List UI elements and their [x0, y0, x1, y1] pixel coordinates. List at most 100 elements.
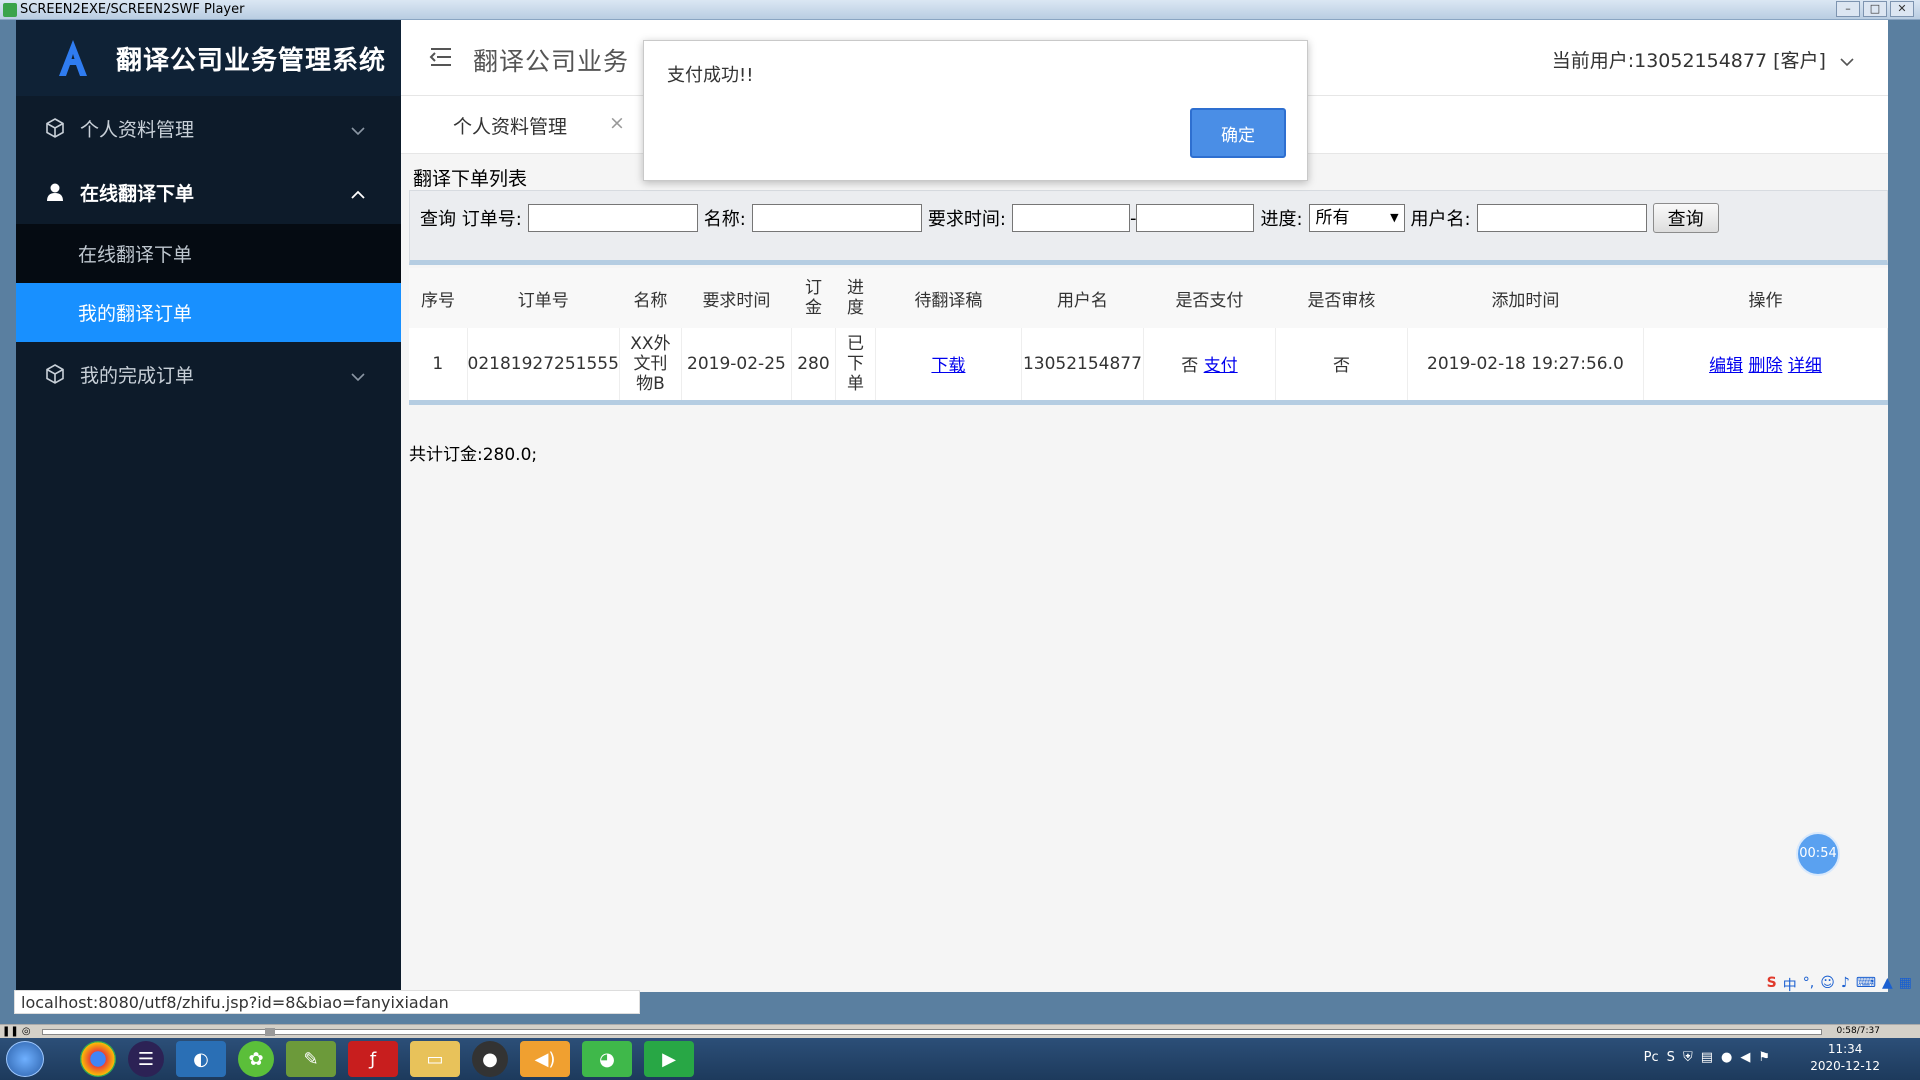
- keyboard-icon[interactable]: ⌨: [1856, 975, 1876, 995]
- cell-added: 2019-02-18 19:27:56.0: [1407, 328, 1644, 402]
- taskbar-apps: ☰ ◐ ✿ ✎ ƒ ▭ ● ◀) ◕ ▶: [80, 1041, 694, 1077]
- orders-table: 序号 订单号 名称 要求时间 订金 进度 待翻译稿 用户名 是否支付 是否审核 …: [409, 268, 1888, 405]
- minimize-icon[interactable]: –: [1836, 1, 1860, 17]
- col-added: 添加时间: [1407, 268, 1644, 328]
- delete-link[interactable]: 删除: [1748, 356, 1782, 376]
- name-input[interactable]: [751, 204, 922, 232]
- shield-icon[interactable]: ⛨: [1683, 1050, 1693, 1065]
- col-seq: 序号: [409, 268, 467, 328]
- table-header-row: 序号 订单号 名称 要求时间 订金 进度 待翻译稿 用户名 是否支付 是否审核 …: [409, 268, 1888, 328]
- volume-icon[interactable]: ◀: [1740, 1050, 1750, 1065]
- status-url: localhost:8080/utf8/zhifu.jsp?id=8&biao=…: [14, 990, 640, 1014]
- progress-select[interactable]: 所有 ▼: [1308, 204, 1405, 232]
- close-icon[interactable]: ✕: [1890, 1, 1914, 17]
- seek-thumb[interactable]: [265, 1028, 275, 1036]
- list-title: 翻译下单列表: [413, 168, 528, 190]
- sidebar-item-label: 个人资料管理: [80, 118, 195, 141]
- pause-icon[interactable]: ❚❚ ◎: [2, 1026, 31, 1037]
- sidebar-item-completed-orders[interactable]: 我的完成订单: [16, 342, 401, 406]
- cell-progress: 已下单: [835, 328, 876, 402]
- browser-icon[interactable]: ◐: [176, 1041, 226, 1077]
- timer-bubble[interactable]: 00:54: [1796, 832, 1840, 876]
- player-title: SCREEN2EXE/SCREEN2SWF Player: [20, 2, 245, 17]
- col-username: 用户名: [1021, 268, 1144, 328]
- seek-bar[interactable]: [42, 1028, 1822, 1036]
- qq-icon[interactable]: ●: [472, 1041, 508, 1077]
- flash-icon[interactable]: ƒ: [348, 1041, 398, 1077]
- name-label: 名称:: [703, 209, 746, 230]
- menu-toggle-icon[interactable]: [429, 46, 453, 73]
- tab-profile[interactable]: 个人资料管理: [453, 112, 567, 139]
- username-label: 用户名:: [1410, 209, 1471, 230]
- col-fee: 订金: [791, 268, 836, 328]
- start-button[interactable]: [6, 1041, 44, 1077]
- pay-link[interactable]: 支付: [1204, 356, 1238, 376]
- sogou-tray-icon[interactable]: S: [1667, 1050, 1675, 1065]
- order-no-input[interactable]: [527, 204, 698, 232]
- query-button[interactable]: 查询: [1652, 203, 1719, 233]
- speaker-app-icon[interactable]: ◀): [520, 1041, 570, 1077]
- app-frame: 翻译公司业务管理系统 个人资料管理 在线翻译下单 在线翻译下单 我的翻译订单 我…: [16, 20, 1888, 992]
- cube-icon: [44, 363, 66, 385]
- pc-icon[interactable]: Pc: [1644, 1050, 1659, 1065]
- edit-link[interactable]: 编辑: [1709, 356, 1743, 376]
- wechat-icon[interactable]: ◕: [582, 1041, 632, 1077]
- brand: 翻译公司业务管理系统: [16, 20, 401, 96]
- download-link[interactable]: 下载: [931, 356, 965, 376]
- network-icon[interactable]: ▤: [1701, 1050, 1713, 1065]
- wechat-tray-icon[interactable]: ●: [1721, 1050, 1732, 1065]
- notepad-icon[interactable]: ✎: [286, 1041, 336, 1077]
- cell-ops: 编辑 删除 详细: [1643, 328, 1888, 402]
- sidebar-subitem-place-order[interactable]: 在线翻译下单: [16, 224, 401, 283]
- sidebar-subitem-my-orders[interactable]: 我的翻译订单: [16, 283, 401, 342]
- tab-close-icon[interactable]: ×: [609, 112, 625, 134]
- sidebar-item-profile[interactable]: 个人资料管理: [16, 96, 401, 160]
- col-req-time: 要求时间: [681, 268, 792, 328]
- ok-button[interactable]: 确定: [1190, 108, 1286, 158]
- cell-order-no: 02181927251555: [467, 328, 620, 402]
- maximize-icon[interactable]: □: [1863, 1, 1887, 17]
- req-time-start-input[interactable]: [1011, 204, 1130, 232]
- cell-reviewed: 否: [1275, 328, 1408, 402]
- username-input[interactable]: [1476, 204, 1647, 232]
- player-app-icon[interactable]: ▶: [644, 1041, 694, 1077]
- emoji-icon[interactable]: ☺: [1820, 975, 1835, 995]
- current-user-menu[interactable]: 当前用户:13052154877 [客户]: [1552, 46, 1854, 73]
- req-time-end-input[interactable]: [1136, 204, 1255, 232]
- cell-req-time: 2019-02-25: [681, 328, 792, 402]
- ime-mode[interactable]: 中: [1783, 975, 1797, 995]
- col-order-no: 订单号: [467, 268, 620, 328]
- cell-fee: 280: [791, 328, 836, 402]
- col-reviewed: 是否审核: [1275, 268, 1408, 328]
- flag-icon[interactable]: ⚑: [1758, 1050, 1770, 1065]
- green-app-icon[interactable]: ✿: [238, 1041, 274, 1077]
- skin-icon[interactable]: ▲: [1882, 975, 1893, 995]
- chrome-icon[interactable]: [80, 1041, 116, 1077]
- total-deposit: 共计订金:280.0;: [409, 445, 538, 465]
- sidebar-item-online-order[interactable]: 在线翻译下单: [16, 160, 401, 224]
- col-paid: 是否支付: [1143, 268, 1276, 328]
- chevron-down-icon: [351, 365, 365, 387]
- req-time-label: 要求时间:: [927, 209, 1006, 230]
- menu-grid-icon[interactable]: ▦: [1899, 975, 1912, 995]
- folder-icon[interactable]: ▭: [410, 1041, 460, 1077]
- player-titlebar: SCREEN2EXE/SCREEN2SWF Player – □ ✕: [0, 0, 1920, 20]
- cell-username: 13052154877: [1021, 328, 1144, 402]
- punctuation-icon[interactable]: °,: [1803, 975, 1814, 995]
- paid-status: 否: [1181, 356, 1199, 377]
- chevron-down-icon: [351, 119, 365, 141]
- microphone-icon[interactable]: ♪: [1841, 975, 1850, 995]
- brand-title: 翻译公司业务管理系统: [116, 45, 387, 76]
- submenu-online-order: 在线翻译下单 我的翻译订单: [16, 224, 401, 342]
- player-app-icon: [3, 3, 17, 17]
- sogou-icon[interactable]: S: [1767, 975, 1777, 995]
- player-time: 0:58/7:37: [1836, 1026, 1880, 1036]
- main-content: 翻译下单列表 查询 订单号: 名称: 要求时间: - 进度: 所有 ▼ 用户名:…: [401, 154, 1888, 992]
- detail-link[interactable]: 详细: [1788, 356, 1822, 376]
- taskbar-clock[interactable]: 11:34 2020-12-12: [1810, 1041, 1880, 1075]
- system-tray: Pc S ⛨ ▤ ● ◀ ⚑: [1644, 1050, 1770, 1065]
- col-name: 名称: [619, 268, 682, 328]
- search-panel: 查询 订单号: 名称: 要求时间: - 进度: 所有 ▼ 用户名: 查询: [409, 190, 1888, 265]
- cell-name: XX外文刊物B: [619, 328, 682, 402]
- eclipse-icon[interactable]: ☰: [128, 1041, 164, 1077]
